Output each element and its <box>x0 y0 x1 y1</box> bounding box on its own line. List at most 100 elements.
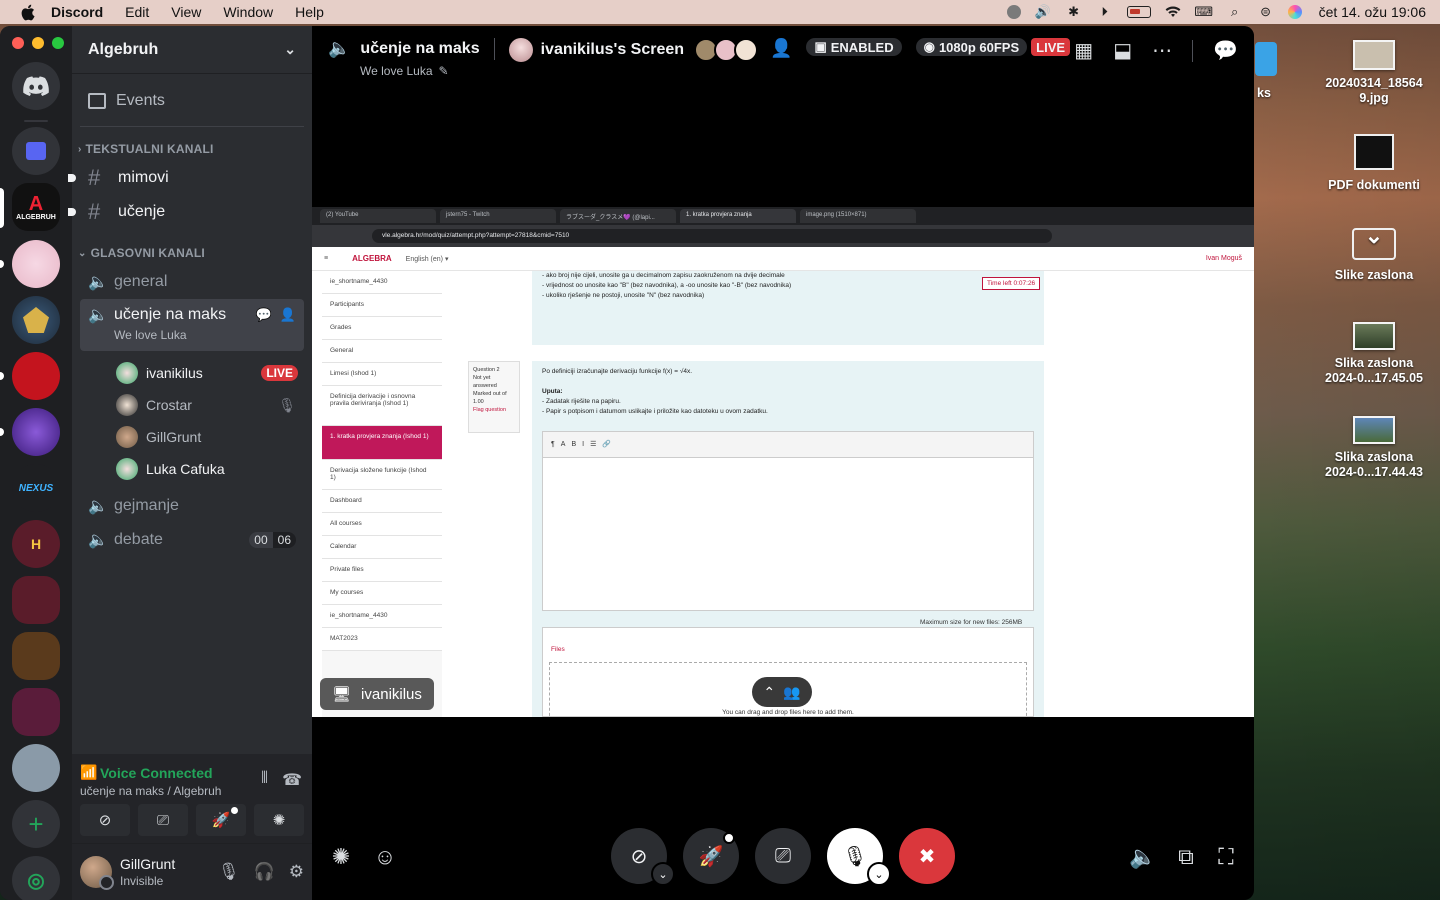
activity-button[interactable]: 🚀 <box>196 804 246 836</box>
voice-status[interactable]: Voice Connected <box>100 765 213 781</box>
discord-home-icon[interactable] <box>12 62 60 110</box>
voice-user-crostar[interactable]: Crostar 🎙 <box>116 389 304 421</box>
nav-item[interactable]: Definicija derivacije i osnovna pravila … <box>322 386 442 426</box>
language-select[interactable]: English (en) ▾ <box>406 255 449 263</box>
desktop-pdf-folder[interactable]: PDF dokumenti <box>1314 134 1434 193</box>
nav-item-selected[interactable]: 1. kratka provjera znanja (Ishod 1) <box>322 426 442 460</box>
zoom-window-button[interactable] <box>52 37 64 49</box>
stage-channel-status[interactable]: We love Luka <box>360 64 433 78</box>
desktop-partial-folder-icon[interactable] <box>1255 42 1277 76</box>
grid-layout-icon[interactable]: ▦ <box>1074 38 1093 63</box>
server-emblem[interactable] <box>12 296 60 344</box>
voice-channel-gejmanje[interactable]: 🔈 gejmanje <box>80 489 304 523</box>
pop-out-icon[interactable]: ⧉ <box>1173 844 1199 870</box>
desktop-screenshot-file[interactable]: Slika zaslona 2024-0...17.45.05 <box>1314 322 1434 386</box>
soundboard-icon[interactable]: ✺ <box>328 844 354 870</box>
camera-off-button[interactable]: ⊘ <box>80 804 130 836</box>
stream-owner[interactable]: ivanikilus's Screen <box>508 38 684 62</box>
italic-icon[interactable]: I <box>582 441 590 448</box>
server-nexus[interactable]: NEXUS <box>12 464 60 512</box>
server-folder[interactable] <box>12 688 60 736</box>
channel-ucenje[interactable]: # učenje <box>68 195 304 229</box>
add-user-icon[interactable]: 👤 <box>770 38 792 59</box>
browser-tab[interactable]: jstern75 - Twitch <box>440 209 556 223</box>
close-window-button[interactable] <box>12 37 24 49</box>
fullscreen-icon[interactable]: ⛶ <box>1213 844 1239 870</box>
chevron-down-icon[interactable]: ⌄ <box>867 862 891 886</box>
more-options-icon[interactable]: ⋯ <box>1152 38 1172 63</box>
answer-editor[interactable]: ¶ABI☰🔗 <box>542 431 1034 611</box>
channel-mimovi[interactable]: # mimovi <box>68 161 304 195</box>
volume-icon[interactable]: 🔈 <box>1129 844 1156 870</box>
status-dot-icon[interactable] <box>1006 5 1021 19</box>
shared-screen[interactable]: (2) YouTube jstern75 - Twitch ラブスーダ_クラスメ… <box>312 207 1254 717</box>
leave-call-button[interactable]: ✖ <box>899 828 955 884</box>
minimize-window-button[interactable] <box>32 37 44 49</box>
voice-channel-general[interactable]: 🔈 general <box>80 265 304 299</box>
bluetooth-icon[interactable]: ✱ <box>1065 4 1083 20</box>
add-server-icon[interactable]: + <box>12 800 60 848</box>
wifi-icon[interactable] <box>1164 4 1182 20</box>
nav-item[interactable]: ie_shortname_4430 <box>322 271 442 294</box>
desktop-screenshots-folder[interactable]: Slike zaslona <box>1314 228 1434 283</box>
browser-tab[interactable]: (2) YouTube <box>320 209 436 223</box>
font-icon[interactable]: A <box>561 441 572 448</box>
microphone-icon[interactable]: 🎙 <box>218 862 240 882</box>
menu-help[interactable]: Help <box>284 4 335 20</box>
nav-item[interactable]: Grades <box>322 317 442 340</box>
nav-item[interactable]: Dashboard <box>322 490 442 513</box>
server-h[interactable]: H <box>12 520 60 568</box>
inbox-icon[interactable]: ⬓ <box>1113 38 1132 63</box>
bold-icon[interactable]: B <box>571 441 582 448</box>
discover-servers-icon[interactable]: ◎ <box>12 856 60 900</box>
voice-channel-active[interactable]: 🔈 učenje na maks 💬 👤 We love Luka <box>80 299 304 351</box>
desktop-file-jpg[interactable]: 20240314_18564 9.jpg <box>1314 40 1434 106</box>
server-purple[interactable] <box>12 408 60 456</box>
menu-view[interactable]: View <box>160 4 212 20</box>
user-info[interactable]: GillGrunt Invisible <box>120 856 175 888</box>
siri-icon[interactable] <box>1287 5 1302 19</box>
browser-tab[interactable]: ラブスーダ_クラスメ💜 (@lapi... <box>560 209 676 223</box>
signal-icon[interactable]: 📶 <box>80 764 97 781</box>
server-red[interactable] <box>12 352 60 400</box>
microphone-button[interactable]: 🎙 ⌄ <box>827 828 891 886</box>
server-avatar[interactable] <box>12 240 60 288</box>
server-algebruh[interactable]: A ALGEBRUH <box>12 183 60 231</box>
keyboard-icon[interactable]: ⌨ <box>1194 4 1213 20</box>
menubar-clock[interactable]: čet 14. ožu 19:06 <box>1319 4 1426 20</box>
control-center-icon[interactable]: ⊜ <box>1257 4 1275 20</box>
soundboard-button[interactable]: ✺ <box>254 804 304 836</box>
events-row[interactable]: Events <box>80 84 304 118</box>
nav-item[interactable]: Derivacija složene funkcije (Ishod 1) <box>322 460 442 490</box>
avatar[interactable] <box>80 856 114 890</box>
gear-icon[interactable]: ⚙ <box>289 862 304 882</box>
pencil-icon[interactable]: ✎ <box>439 64 449 78</box>
nav-item[interactable]: All courses <box>322 513 442 536</box>
category-text-channels[interactable]: › TEKSTUALNI KANALI <box>72 137 312 161</box>
emoji-icon[interactable]: ☺ <box>372 844 398 870</box>
nav-item[interactable]: My courses <box>322 582 442 605</box>
category-voice-channels[interactable]: ⌄ GLASOVNI KANALI <box>72 241 312 265</box>
browser-tab[interactable]: image.png (1510×871) <box>800 209 916 223</box>
nav-item[interactable]: Calendar <box>322 536 442 559</box>
nav-item[interactable]: Participants <box>322 294 442 317</box>
server-header[interactable]: Algebruh ⌄ <box>72 26 312 74</box>
menu-app-name[interactable]: Discord <box>51 4 114 20</box>
share-screen-button[interactable]: ⎚ <box>138 804 188 836</box>
viewer-avatars[interactable] <box>694 38 759 62</box>
volume-icon[interactable]: 🔊 <box>1034 4 1052 20</box>
files-folder[interactable]: Files <box>543 628 1033 653</box>
hamburger-icon[interactable]: ≡ <box>324 255 328 262</box>
server-folder[interactable] <box>12 576 60 624</box>
flag-question[interactable]: Flag question <box>473 406 515 414</box>
chevron-down-icon[interactable]: ⌄ <box>651 862 675 886</box>
spotlight-search-icon[interactable]: ⌕ <box>1226 4 1244 20</box>
format-icon[interactable]: ¶ <box>551 441 561 448</box>
screen-share-button[interactable]: ⎚ <box>755 828 811 884</box>
nav-item[interactable]: General <box>322 340 442 363</box>
nav-item[interactable]: Private files <box>322 559 442 582</box>
voice-user-ivanikilus[interactable]: ivanikilus LIVE <box>116 357 304 389</box>
menu-edit[interactable]: Edit <box>114 4 160 20</box>
folder-server-icon[interactable] <box>12 127 60 175</box>
nav-item[interactable]: Limesi (Ishod 1) <box>322 363 442 386</box>
